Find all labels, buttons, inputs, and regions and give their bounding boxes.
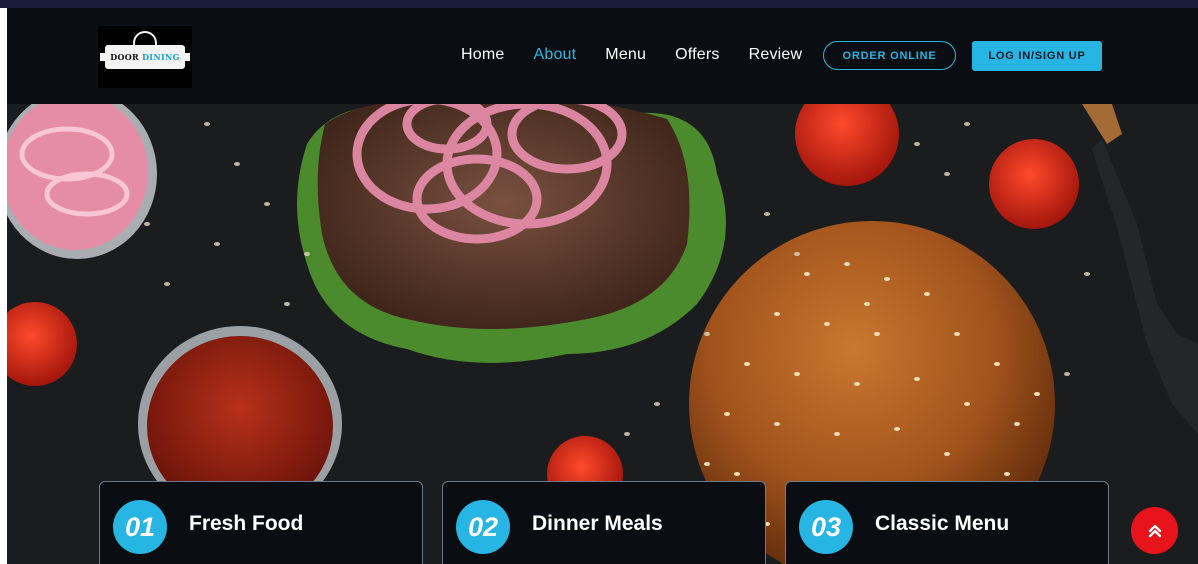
cloche-icon — [133, 31, 157, 45]
logo-plate: DOOR DINING — [100, 31, 190, 69]
feature-number: 02 — [456, 500, 510, 554]
double-chevron-up-icon — [1148, 524, 1161, 537]
feature-number: 03 — [799, 500, 853, 554]
logo-text-line1: DOOR — [110, 52, 139, 62]
feature-title: Classic Menu — [875, 512, 1010, 535]
main-nav: Home About Menu Offers Review — [461, 46, 831, 64]
nav-review[interactable]: Review — [749, 46, 803, 64]
logo-text: DOOR DINING — [110, 52, 180, 62]
nav-menu[interactable]: Menu — [605, 46, 646, 64]
feature-number: 01 — [113, 500, 167, 554]
nav-home[interactable]: Home — [461, 46, 504, 64]
top-border — [0, 0, 1198, 8]
logo-text-line2: DINING — [142, 52, 180, 62]
page: DOOR DINING Home About Menu Offers Revie… — [7, 8, 1198, 564]
feature-card: 01 Fresh Food — [99, 481, 423, 564]
feature-title: Fresh Food — [189, 512, 304, 535]
site-header: DOOR DINING Home About Menu Offers Revie… — [7, 8, 1198, 104]
logo[interactable]: DOOR DINING — [98, 26, 192, 88]
nav-offers[interactable]: Offers — [675, 46, 719, 64]
login-signup-button[interactable]: LOG IN/SIGN UP — [972, 41, 1102, 71]
feature-title: Dinner Meals — [532, 512, 663, 535]
feature-card: 03 Classic Menu — [785, 481, 1109, 564]
tomato — [795, 104, 899, 186]
feature-card: 02 Dinner Meals — [442, 481, 766, 564]
nav-about[interactable]: About — [533, 46, 576, 64]
scroll-to-top-button[interactable] — [1131, 507, 1178, 554]
order-online-button[interactable]: ORDER ONLINE — [823, 41, 956, 70]
